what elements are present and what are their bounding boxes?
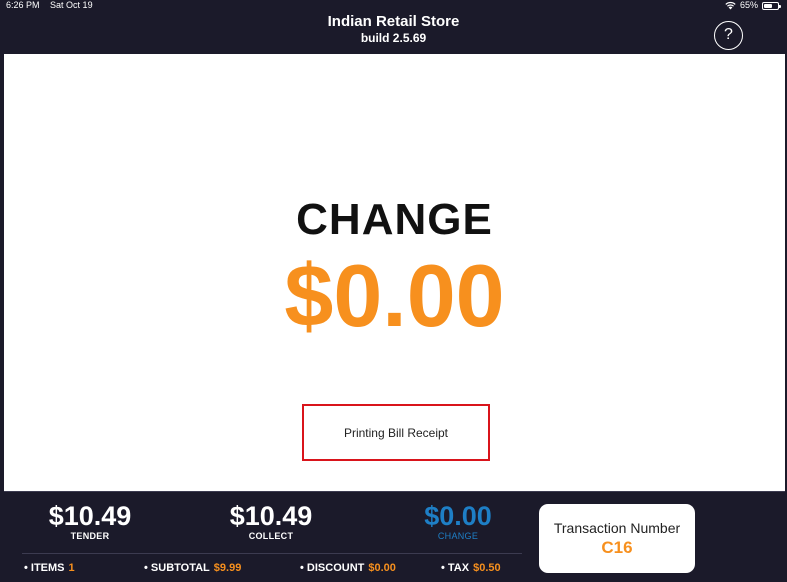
discount-label: • DISCOUNT <box>300 562 365 574</box>
change-amount: $0.00 <box>284 246 505 345</box>
battery-icon <box>762 1 781 10</box>
tender-label: TENDER <box>70 531 110 541</box>
receipt-message: Printing Bill Receipt <box>343 425 449 440</box>
discount-value: $0.00 <box>368 562 396 574</box>
app-header: Indian Retail Store build 2.5.69 ? <box>0 12 787 54</box>
subtotal-label: • SUBTOTAL <box>144 562 210 574</box>
tax-label: • TAX <box>441 562 470 574</box>
change-summary-label: CHANGE <box>437 531 479 541</box>
change-summary: $0.00 CHANGE <box>412 502 504 541</box>
app-title: Indian Retail Store <box>327 13 460 30</box>
collect-summary: $10.49 COLLECT <box>225 502 317 541</box>
app-build-version: build 2.5.69 <box>360 31 427 45</box>
summary-discount: • DISCOUNT $0.00 <box>300 562 396 574</box>
status-time: 6:26 PM <box>6 0 40 10</box>
transaction-label: Transaction Number <box>553 520 681 536</box>
summary-tax: • TAX $0.50 <box>441 562 501 574</box>
transaction-number-card: Transaction Number C16 <box>539 504 695 573</box>
tender-summary: $10.49 TENDER <box>44 502 136 541</box>
wifi-icon <box>725 1 736 10</box>
items-label: • ITEMS <box>24 562 65 574</box>
tax-value: $0.50 <box>473 562 501 574</box>
change-summary-amount: $0.00 <box>424 501 492 531</box>
summary-subtotal: • SUBTOTAL $9.99 <box>144 562 241 574</box>
summary-items: • ITEMS 1 <box>24 562 75 574</box>
status-date: Sat Oct 19 <box>50 0 93 10</box>
collect-label: COLLECT <box>248 531 294 541</box>
battery-percent: 65% <box>739 0 758 10</box>
status-right: 65% <box>725 0 781 11</box>
transaction-number: C16 <box>601 538 633 557</box>
change-heading: CHANGE <box>296 195 493 244</box>
footer-divider <box>22 553 522 554</box>
subtotal-value: $9.99 <box>213 562 242 574</box>
collect-amount: $10.49 <box>229 501 313 531</box>
help-button[interactable]: ? <box>714 21 743 50</box>
printing-receipt-status: Printing Bill Receipt <box>302 404 490 461</box>
change-panel: CHANGE $0.00 Printing Bill Receipt <box>4 54 785 491</box>
order-summary-row: • ITEMS 1 • SUBTOTAL $9.99 • DISCOUNT $0.00… <box>4 562 534 576</box>
battery-fill <box>764 3 772 8</box>
tender-amount: $10.49 <box>48 501 132 531</box>
items-value: 1 <box>68 562 75 574</box>
status-left: 6:26 PM Sat Oct 19 <box>6 0 101 11</box>
status-bar: 6:26 PM Sat Oct 19 65% <box>0 0 787 12</box>
transaction-footer: $10.49 TENDER $10.49 COLLECT $0.00 CHANG… <box>4 491 785 582</box>
